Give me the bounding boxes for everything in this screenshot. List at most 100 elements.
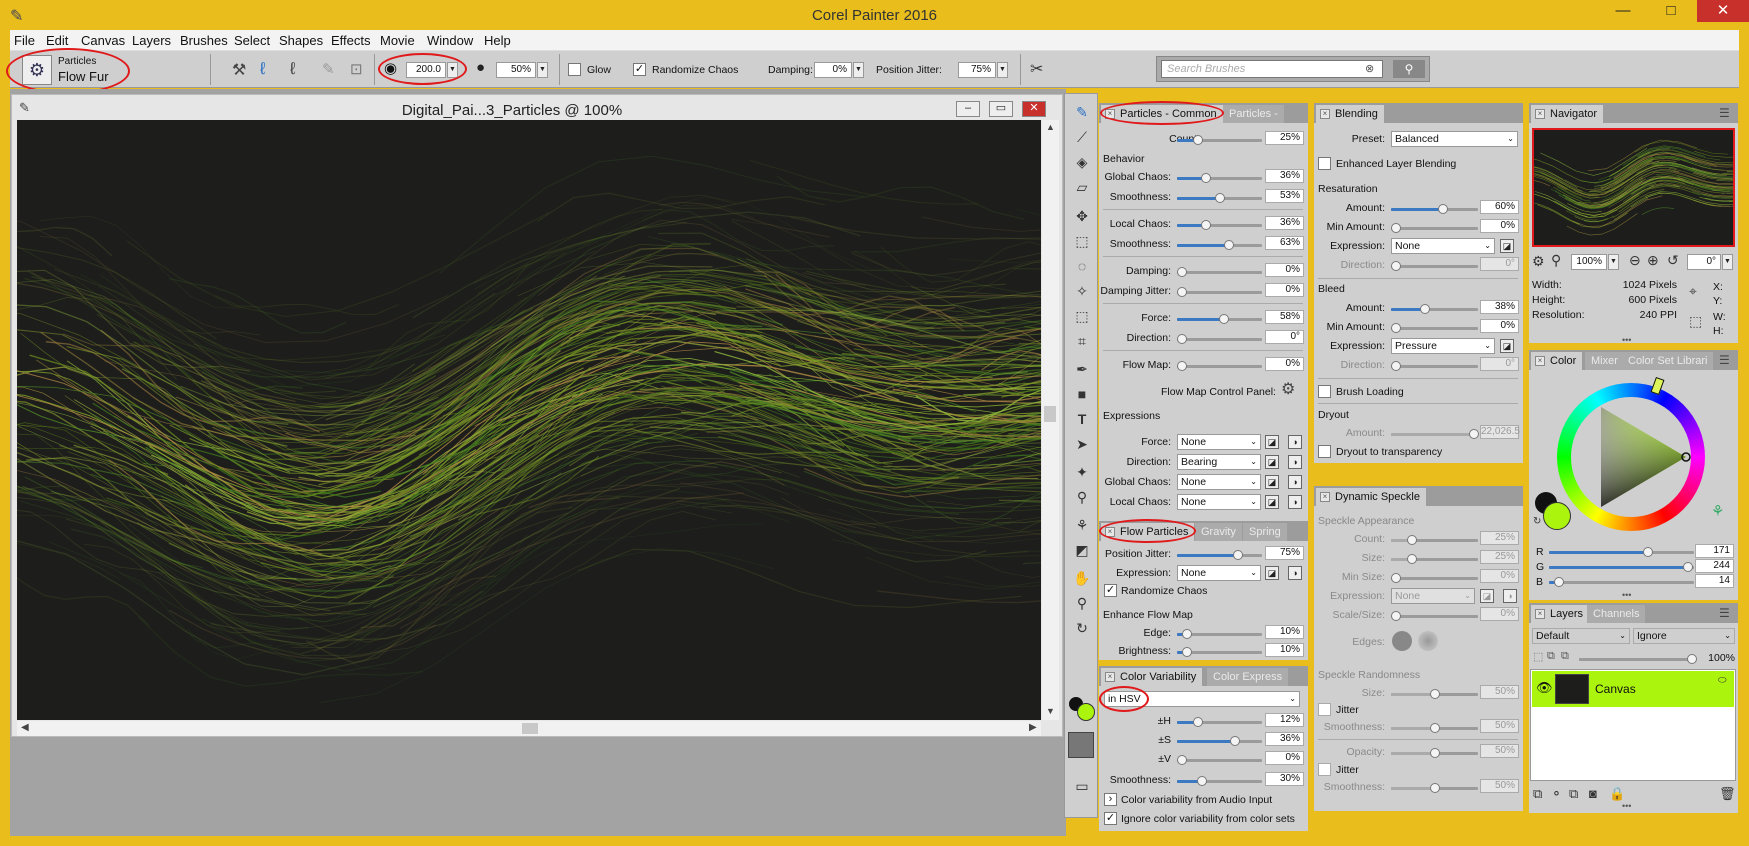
straight-line-icon[interactable]: ℓ — [290, 59, 296, 79]
mirror-tool-icon[interactable]: ⚘ — [1072, 515, 1092, 535]
smoothness2-slider[interactable] — [1177, 240, 1262, 250]
stroke-attribute-icon[interactable]: ✎ — [322, 60, 335, 78]
flow-map-control-icon[interactable]: ⚙ — [1281, 379, 1295, 399]
painting-canvas[interactable] — [17, 120, 1041, 720]
direction-slider[interactable] — [1177, 334, 1262, 344]
damping-jitter-value[interactable]: 0% — [1265, 283, 1304, 297]
h-value[interactable]: 12% — [1265, 713, 1304, 727]
paint-bucket-icon[interactable]: ◈ — [1072, 152, 1092, 172]
direction-options-icon[interactable]: ◑ — [1288, 455, 1302, 469]
r-value[interactable]: 171 — [1695, 544, 1734, 558]
tab-particles-2[interactable]: Particles - — [1223, 105, 1284, 123]
reset-tool-icon[interactable]: ⚒ — [232, 60, 246, 80]
clone-color-icon[interactable]: ⚘ — [1711, 502, 1724, 520]
exp-force-select[interactable]: None ⌄ — [1177, 434, 1261, 450]
bleed-amount-value[interactable]: 38% — [1480, 300, 1519, 314]
rand-size-slider[interactable] — [1391, 689, 1478, 699]
rect-select-icon[interactable]: ⬚ — [1072, 231, 1092, 251]
panel-grip-icon[interactable]: ••• — [1622, 590, 1631, 600]
layer-order-icon[interactable]: ⧉ — [1561, 650, 1569, 663]
speckle-min-size-value[interactable]: 0% — [1480, 569, 1519, 583]
zoom-dropdown[interactable]: ▼ — [1608, 254, 1619, 270]
speckle-scale-value[interactable]: 0% — [1480, 607, 1519, 621]
dryout-amount-slider[interactable] — [1391, 429, 1479, 439]
edge-slider[interactable] — [1177, 629, 1262, 639]
pen-tool-icon[interactable]: ✒ — [1072, 359, 1092, 379]
scroll-right-icon[interactable]: ▶ — [1029, 722, 1037, 733]
randomize-chaos-checkbox[interactable]: ✓ — [633, 63, 646, 76]
layer-row-canvas[interactable]: 👁 Canvas ⬭ — [1532, 671, 1734, 707]
tab-color-set-libraries[interactable]: Color Set Librari — [1622, 352, 1714, 370]
damping-jitter-slider[interactable] — [1177, 287, 1262, 297]
magnifier-icon[interactable]: ⚲ — [1072, 593, 1092, 613]
maximize-button[interactable]: □ — [1648, 0, 1694, 22]
force-slider[interactable] — [1177, 314, 1262, 324]
zoom-out-icon[interactable]: ⊖ — [1629, 252, 1641, 269]
brush-tracking-icon[interactable]: ✂ — [1030, 59, 1043, 79]
menu-help[interactable]: Help — [484, 33, 511, 48]
panel-menu-icon[interactable]: ☰ — [1719, 353, 1730, 367]
horizontal-scrollbar[interactable]: ◀ ▶ — [17, 721, 1041, 736]
bleed-invert-icon[interactable]: ◪ — [1500, 339, 1514, 353]
preserve-transparency-icon[interactable]: ⬚ — [1533, 650, 1543, 663]
grabber-tool-icon[interactable]: ✋ — [1072, 568, 1092, 588]
brightness-slider[interactable] — [1177, 647, 1262, 657]
layer-opacity-slider[interactable] — [1579, 654, 1697, 664]
layer-lock-icon[interactable]: ⬭ — [1718, 675, 1727, 686]
force-value[interactable]: 58% — [1265, 310, 1304, 324]
menu-edit[interactable]: Edit — [46, 33, 68, 48]
minimize-button[interactable]: — — [1600, 0, 1646, 22]
layer-opacity-value[interactable]: 100% — [1697, 652, 1735, 664]
invert-direction-icon[interactable]: ◪ — [1265, 455, 1279, 469]
global-chaos-slider[interactable] — [1177, 173, 1262, 183]
ignore-color-sets-checkbox[interactable]: ✓ — [1104, 812, 1117, 825]
create-mask-icon[interactable]: ◙ — [1589, 786, 1597, 801]
tab-dynamic-speckle[interactable]: × Dynamic Speckle — [1316, 488, 1426, 506]
bleed-direction-slider[interactable] — [1391, 361, 1478, 371]
rand-smoothness1-value[interactable]: 50% — [1480, 719, 1519, 733]
brush-tool-icon[interactable]: ✎ — [1072, 102, 1092, 122]
position-jitter-dropdown[interactable]: ▼ — [997, 62, 1008, 78]
media-selector-icon[interactable]: ▭ — [1072, 776, 1092, 796]
menu-layers[interactable]: Layers — [132, 33, 171, 48]
primary-color-swatch[interactable] — [1543, 502, 1571, 530]
dynamic-plugins-icon[interactable]: ⚬ — [1551, 786, 1562, 802]
bleed-expression-select[interactable]: Pressure ⌄ — [1391, 338, 1495, 354]
exp-direction-select[interactable]: Bearing ⌄ — [1177, 454, 1261, 470]
menu-window[interactable]: Window — [427, 33, 473, 48]
panel-grip-icon[interactable]: ••• — [1622, 335, 1631, 345]
speckle-invert-icon[interactable]: ◪ — [1480, 589, 1494, 603]
navigator-settings-icon[interactable]: ⚙ — [1532, 253, 1545, 270]
lock-layer-icon[interactable]: 🔒 — [1609, 786, 1625, 802]
speckle-options-icon[interactable]: ◑ — [1503, 589, 1517, 603]
local-chaos-value[interactable]: 36% — [1265, 216, 1304, 230]
b-slider[interactable] — [1549, 577, 1694, 587]
glow-checkbox[interactable] — [568, 63, 581, 76]
pick-up-underlying-icon[interactable]: ⧉ — [1547, 650, 1555, 663]
speckle-count-slider[interactable] — [1391, 535, 1478, 545]
perspective-icon[interactable]: ◩ — [1072, 540, 1092, 560]
h-slider[interactable] — [1177, 717, 1262, 727]
count-slider[interactable] — [1177, 135, 1262, 145]
opacity-field[interactable]: 50% — [496, 62, 536, 78]
bleed-amount-slider[interactable] — [1391, 304, 1478, 314]
global-chaos-options-icon[interactable]: ◑ — [1288, 475, 1302, 489]
visibility-eye-icon[interactable]: 👁 — [1536, 680, 1553, 696]
bleed-min-amount-slider[interactable] — [1391, 323, 1478, 333]
damping-dropdown[interactable]: ▼ — [853, 62, 864, 78]
tab-color-express[interactable]: Color Express — [1207, 668, 1289, 686]
flow-map-value[interactable]: 0% — [1265, 357, 1304, 371]
menu-canvas[interactable]: Canvas — [81, 33, 125, 48]
speckle-size-slider[interactable] — [1391, 554, 1478, 564]
bleed-direction-value[interactable]: 0° — [1480, 357, 1519, 371]
r-slider[interactable] — [1549, 547, 1694, 557]
dryout-amount-value[interactable]: 22,026.5 — [1480, 425, 1520, 439]
fp-position-jitter-value[interactable]: 75% — [1265, 546, 1304, 560]
selection-adjuster-icon[interactable]: ⬚ — [1072, 306, 1092, 326]
speckle-expression-select[interactable]: None ⌄ — [1391, 588, 1475, 604]
doc-minimize-button[interactable]: – — [956, 101, 980, 117]
fp-randomize-chaos-checkbox[interactable]: ✓ — [1104, 584, 1117, 597]
brush-loading-checkbox[interactable] — [1318, 385, 1331, 398]
exp-global-chaos-select[interactable]: None ⌄ — [1177, 474, 1261, 490]
clear-search-icon[interactable]: ⊗ — [1365, 62, 1374, 75]
